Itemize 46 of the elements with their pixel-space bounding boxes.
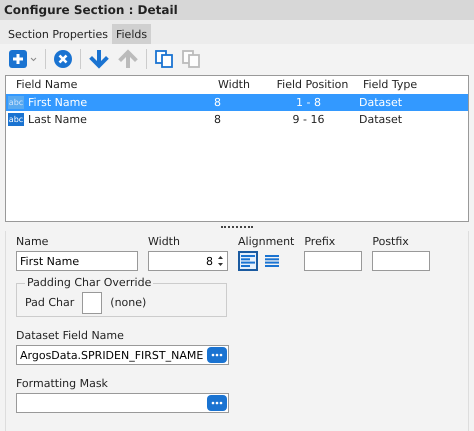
add-icon[interactable] bbox=[8, 49, 38, 69]
table-cell-text: 9 - 16 bbox=[292, 112, 326, 128]
postfix-field[interactable] bbox=[372, 251, 430, 271]
field-label: Pad Char bbox=[25, 296, 74, 310]
formatting-mask-field[interactable] bbox=[16, 393, 229, 413]
field-label: Formatting Mask bbox=[16, 377, 108, 391]
align-left-button[interactable] bbox=[238, 251, 258, 271]
column-header[interactable]: Field Name bbox=[12, 76, 218, 94]
table-cell-text: Dataset bbox=[358, 112, 404, 128]
copy-icon[interactable] bbox=[154, 49, 174, 69]
splitter-handle[interactable] bbox=[221, 226, 253, 228]
tab[interactable]: Section Properties bbox=[4, 24, 112, 44]
pad-char-note: (none) bbox=[110, 296, 146, 310]
text-type-icon: abc bbox=[8, 113, 24, 126]
column-header[interactable]: Field Type bbox=[357, 76, 445, 94]
name-field[interactable]: First Name bbox=[16, 251, 138, 271]
column-header[interactable]: Field Position bbox=[268, 76, 357, 94]
browse-button[interactable] bbox=[207, 347, 227, 363]
pad-char-field[interactable] bbox=[82, 292, 102, 314]
ellipsis-icon bbox=[211, 353, 223, 357]
table-cell-text: Last Name bbox=[28, 112, 88, 128]
tab[interactable]: Fields bbox=[112, 24, 152, 44]
table-cell-text: First Name bbox=[28, 95, 88, 111]
ellipsis-icon bbox=[211, 401, 223, 405]
field-label: Prefix bbox=[304, 235, 336, 249]
table-cell-text: Dataset bbox=[358, 95, 404, 111]
dataset-field-name-field[interactable]: ArgosData.SPRIDEN_FIRST_NAME bbox=[16, 345, 229, 365]
table-cell-text: 8 bbox=[214, 95, 222, 111]
field-label: Dataset Field Name bbox=[16, 329, 124, 343]
width-field[interactable]: 8 bbox=[148, 251, 228, 271]
table-row[interactable]: abc Last Name 8 9 - 16 Dataset bbox=[6, 111, 468, 128]
table-cell-text: 1 - 8 bbox=[295, 95, 322, 111]
remove-icon[interactable] bbox=[53, 49, 73, 69]
prefix-field[interactable] bbox=[304, 251, 362, 271]
spinner-arrows-icon[interactable] bbox=[217, 255, 224, 267]
field-label: Width bbox=[148, 235, 180, 249]
field-label: Alignment bbox=[238, 235, 294, 249]
browse-button[interactable] bbox=[207, 395, 227, 411]
window-title: Configure Section : Detail bbox=[0, 0, 474, 20]
column-header[interactable]: Width bbox=[218, 76, 268, 94]
text-type-icon: abc bbox=[8, 96, 24, 109]
field-label: Name bbox=[16, 235, 48, 249]
down-arrow-icon[interactable] bbox=[88, 48, 110, 70]
group-title: Padding Char Override bbox=[25, 276, 154, 289]
field-label: Postfix bbox=[372, 235, 409, 249]
table-cell-text: 8 bbox=[214, 112, 222, 128]
